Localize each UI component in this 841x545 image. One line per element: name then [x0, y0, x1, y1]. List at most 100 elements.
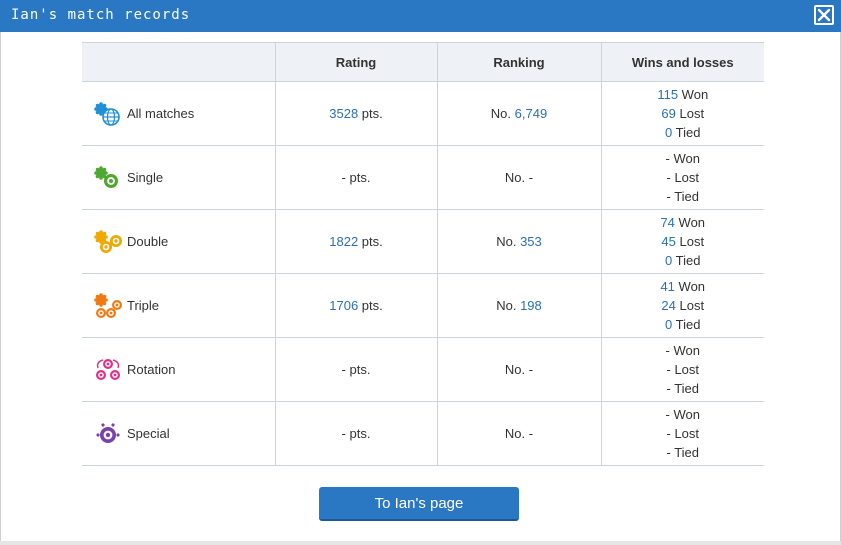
- won-label: Won: [674, 215, 706, 230]
- ranking-value: 6,749: [514, 106, 548, 121]
- tied-label: Tied: [672, 125, 701, 140]
- ranking-cell: No. 6,749: [437, 81, 602, 146]
- ranking-cell: No. -: [437, 337, 602, 402]
- won-label: Won: [669, 407, 700, 422]
- match-type-cell: All matches: [82, 81, 276, 146]
- rating-cell: - pts.: [275, 401, 438, 466]
- match-type-label: Rotation: [127, 362, 176, 377]
- won-count: 41: [660, 279, 675, 294]
- ranking-prefix: No.: [490, 106, 515, 121]
- rating-cell: 1706 pts.: [275, 273, 438, 338]
- header-type: [82, 42, 276, 82]
- table-row: Double 1822 pts. No. 353 74 Won 45 Lost …: [82, 209, 764, 274]
- won-label: Won: [669, 343, 700, 358]
- globe-gear-icon: [94, 101, 120, 126]
- won-count: 74: [660, 215, 675, 230]
- won-label: Won: [674, 279, 706, 294]
- wins-losses-cell: 115 Won 69 Lost 0 Tied: [601, 81, 764, 146]
- header-rating: Rating: [275, 42, 438, 82]
- rating-unit: pts.: [345, 362, 371, 377]
- ranking-prefix: No.: [496, 234, 521, 249]
- tied-label: Tied: [672, 253, 701, 268]
- ranking-cell: No. 353: [437, 209, 602, 274]
- wins-losses-cell: - Won - Lost - Tied: [601, 401, 764, 466]
- ranking-prefix: No.: [504, 362, 529, 377]
- rating-unit: pts.: [358, 106, 383, 121]
- rotation-gear-icon: [96, 358, 120, 380]
- ranking-prefix: No.: [496, 298, 521, 313]
- lost-label: Lost: [675, 298, 705, 313]
- lost-label: Lost: [675, 106, 705, 121]
- table-row: Single - pts. No. - - Won - Lost - Tied: [82, 145, 764, 210]
- table-row: Special - pts. No. - - Won - Lost - Tied: [82, 401, 764, 466]
- lost-count: 69: [661, 106, 676, 121]
- ranking-prefix: No.: [504, 170, 529, 185]
- ranking-value: -: [528, 362, 534, 377]
- match-type-label: All matches: [127, 106, 195, 121]
- special-gear-icon: [96, 422, 120, 443]
- wins-losses-cell: - Won - Lost - Tied: [601, 145, 764, 210]
- header-wins-losses: Wins and losses: [601, 42, 764, 82]
- ranking-cell: No. -: [437, 401, 602, 466]
- rating-cell: - pts.: [275, 337, 438, 402]
- ranking-cell: No. -: [437, 145, 602, 210]
- tied-label: Tied: [670, 381, 700, 396]
- match-type-cell: Rotation: [82, 337, 276, 402]
- ranking-value: 353: [520, 234, 542, 249]
- match-type-label: Double: [127, 234, 169, 249]
- double-gear-icon: [94, 229, 122, 253]
- lost-label: Lost: [670, 170, 700, 185]
- window-title: Ian's match records: [11, 7, 191, 23]
- rating-unit: pts.: [358, 298, 383, 313]
- table-row: Rotation - pts. No. - - Won - Lost - Tie…: [82, 337, 764, 402]
- rating-unit: pts.: [358, 234, 383, 249]
- won-label: Won: [669, 151, 700, 166]
- rating-unit: pts.: [345, 426, 371, 441]
- ranking-cell: No. 198: [437, 273, 602, 338]
- table-row: Triple 1706 pts. No. 198 41 Won 24 Lost …: [82, 273, 764, 338]
- rating-value: 1822: [329, 234, 359, 249]
- match-type-label: Single: [127, 170, 164, 185]
- rating-value: 3528: [329, 106, 359, 121]
- match-type-cell: Double: [82, 209, 276, 274]
- dialog-body: Rating Ranking Wins and losses All match…: [0, 32, 841, 543]
- tied-label: Tied: [672, 317, 701, 332]
- match-records-table: Rating Ranking Wins and losses All match…: [82, 42, 764, 466]
- lost-count: 24: [661, 298, 676, 313]
- to-player-page-button[interactable]: To Ian's page: [319, 487, 519, 521]
- close-button[interactable]: [814, 5, 834, 25]
- rating-unit: pts.: [345, 170, 371, 185]
- match-type-cell: Triple: [82, 273, 276, 338]
- lost-label: Lost: [675, 234, 705, 249]
- tied-label: Tied: [670, 189, 700, 204]
- table-row: All matches 3528 pts. No. 6,749 115 Won …: [82, 81, 764, 146]
- match-type-cell: Single: [82, 145, 276, 210]
- won-label: Won: [678, 87, 709, 102]
- triple-gear-icon: [94, 292, 122, 318]
- header-ranking: Ranking: [437, 42, 602, 82]
- dialog-bottom-edge: [0, 541, 841, 545]
- lost-label: Lost: [670, 362, 700, 377]
- rating-cell: 1822 pts.: [275, 209, 438, 274]
- rating-value: 1706: [329, 298, 359, 313]
- ranking-value: -: [528, 426, 534, 441]
- wins-losses-cell: - Won - Lost - Tied: [601, 337, 764, 402]
- ranking-prefix: No.: [504, 426, 529, 441]
- won-count: 115: [657, 87, 679, 102]
- single-gear-icon: [94, 165, 118, 188]
- tied-label: Tied: [670, 445, 700, 460]
- wins-losses-cell: 74 Won 45 Lost 0 Tied: [601, 209, 764, 274]
- match-type-cell: Special: [82, 401, 276, 466]
- lost-count: 45: [661, 234, 676, 249]
- rating-cell: 3528 pts.: [275, 81, 438, 146]
- close-icon: [817, 8, 831, 22]
- rating-cell: - pts.: [275, 145, 438, 210]
- match-type-label: Triple: [127, 298, 160, 313]
- ranking-value: 198: [520, 298, 542, 313]
- ranking-value: -: [528, 170, 534, 185]
- wins-losses-cell: 41 Won 24 Lost 0 Tied: [601, 273, 764, 338]
- match-type-label: Special: [127, 426, 170, 441]
- lost-label: Lost: [670, 426, 700, 441]
- table-header-row: Rating Ranking Wins and losses: [82, 42, 764, 82]
- title-bar: Ian's match records: [0, 0, 841, 32]
